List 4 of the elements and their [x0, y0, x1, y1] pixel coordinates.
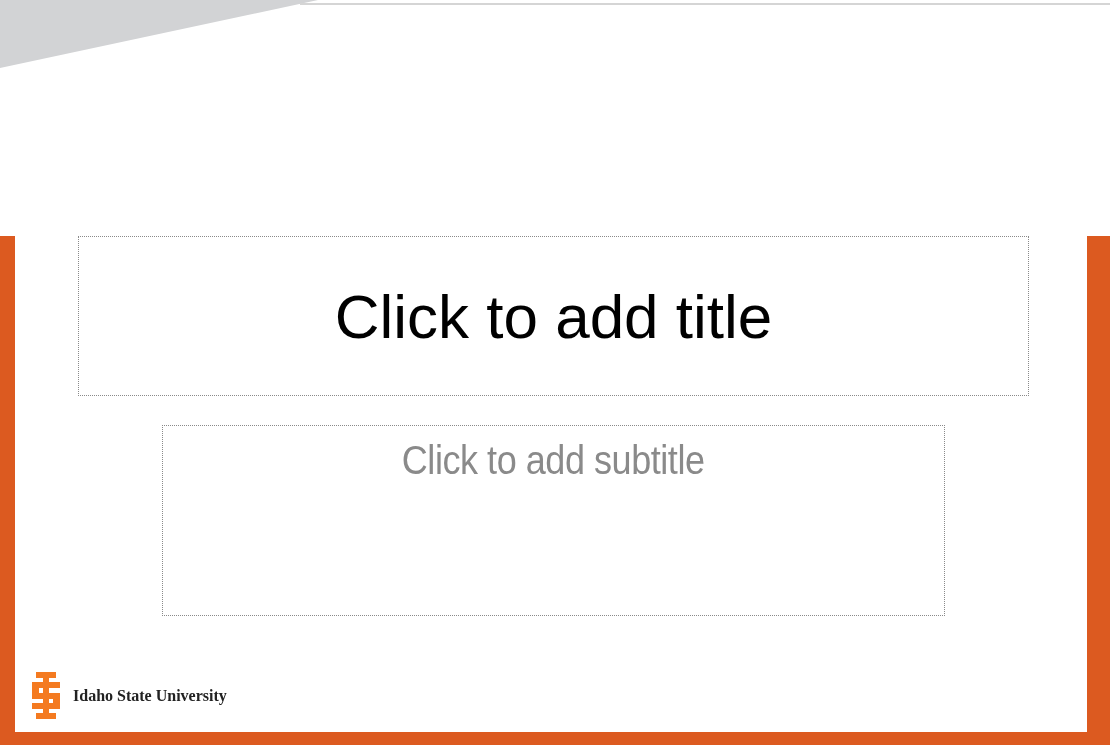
- subtitle-text: Click to add subtitle: [402, 438, 705, 483]
- title-placeholder[interactable]: Click to add title: [78, 236, 1029, 396]
- university-name: Idaho State University: [73, 686, 227, 705]
- monogram-icon: [30, 672, 62, 719]
